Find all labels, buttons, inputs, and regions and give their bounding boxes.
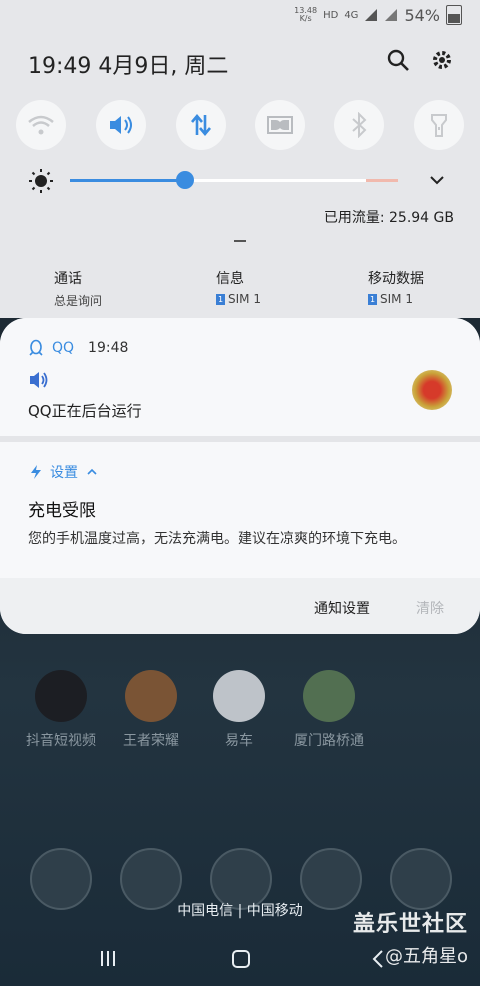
mobile-data-icon[interactable] [176,100,226,150]
sim-title: 移动数据 [368,271,424,287]
back-button[interactable] [370,948,386,976]
settings-title: 充电受限 [28,501,96,521]
sim-title: 通话 [54,271,82,287]
app-label: 王者荣耀 [123,733,179,749]
nav-bar [0,940,480,980]
sim-tag: 1 [368,293,377,305]
net-type: 4G [344,9,359,21]
dolby-icon[interactable] [255,100,305,150]
net-speed: 13.48 K/s [294,7,317,23]
wangzhe-icon [125,670,177,722]
douyin-icon [35,670,87,722]
app-label: 易车 [225,733,253,749]
search-icon[interactable] [386,48,412,74]
sim-calls[interactable]: 通话 总是询问 [54,268,102,309]
brightness-fill [70,179,185,182]
sim-messages[interactable]: 信息 1 SIM 1 [216,268,261,306]
sun-icon [28,168,54,198]
sim-tag: 1 [216,293,225,305]
home-app-row: 抖音短视频 王者荣耀 易车 厦门路桥通 [0,670,480,760]
brightness-row [0,168,480,196]
sim-sub: 总是询问 [54,294,103,308]
app-label: 抖音短视频 [26,733,96,749]
app-xiamen-luqiao[interactable]: 厦门路桥通 [294,670,364,750]
hd-label: HD [323,9,339,21]
notification-settings-button[interactable]: 通知设置 [314,598,370,618]
sim-sub: SIM 1 [380,292,413,306]
clear-button[interactable]: 清除 [416,598,444,618]
home-button[interactable] [230,948,252,976]
settings-app-name: 设置 [50,465,78,481]
notification-footer: 通知设置 清除 [0,578,480,634]
clock-date: 19:49 4月9日, 周二 [28,54,229,79]
chevron-up-icon[interactable] [86,467,98,477]
battery-icon [446,5,462,25]
status-bar: 13.48 K/s HD 4G 54% [294,4,462,26]
yiche-icon [213,670,265,722]
brightness-warm-end [366,179,398,182]
dock [0,848,480,910]
app-label: 厦门路桥通 [294,733,364,749]
signal-icon-2 [385,9,398,21]
qq-body: QQ正在后台运行 [28,402,142,420]
battery-percent: 54% [404,5,440,25]
lightning-icon [31,465,41,479]
sim-sub: SIM 1 [228,292,261,306]
notification-list: QQ 19:48 QQ正在后台运行 设置 充电受限 您的手机温度过高，无法充满电… [0,318,480,634]
brightness-slider[interactable] [70,171,398,189]
app-douyin[interactable]: 抖音短视频 [26,670,96,750]
app-yiche[interactable]: 易车 [204,670,274,750]
brightness-knob[interactable] [176,171,194,189]
speaker-icon [28,370,50,394]
qq-time: 19:48 [88,340,129,356]
gear-icon[interactable] [430,48,456,74]
luqiao-icon [303,670,355,722]
sim-mobile-data[interactable]: 移动数据 1 SIM 1 [368,268,424,306]
signal-icon [365,9,378,21]
qq-notification[interactable]: QQ 19:48 QQ正在后台运行 [0,318,480,436]
quick-panel: 13.48 K/s HD 4G 54% 19:49 4月9日, 周二 已用流量:… [0,0,480,318]
chevron-down-icon[interactable] [428,172,446,191]
wifi-icon[interactable] [16,100,66,150]
recents-button[interactable] [98,948,118,974]
flashlight-icon[interactable] [414,100,464,150]
net-speed-unit: K/s [299,14,312,23]
volume-icon[interactable] [96,100,146,150]
qq-icon [29,339,43,356]
quick-settings-row [0,100,480,150]
panel-handle[interactable] [234,240,246,242]
sim-title: 信息 [216,271,244,287]
avatar [412,370,452,410]
qq-app-name: QQ [52,340,75,356]
data-usage: 已用流量: 25.94 GB [323,210,454,226]
bluetooth-icon[interactable] [334,100,384,150]
settings-notification[interactable]: 设置 充电受限 您的手机温度过高，无法充满电。建议在凉爽的环境下充电。 [0,442,480,578]
watermark-line1: 盖乐世社区 [352,912,468,937]
settings-body: 您的手机温度过高，无法充满电。建议在凉爽的环境下充电。 [28,531,406,547]
app-wangzhe[interactable]: 王者荣耀 [116,670,186,750]
